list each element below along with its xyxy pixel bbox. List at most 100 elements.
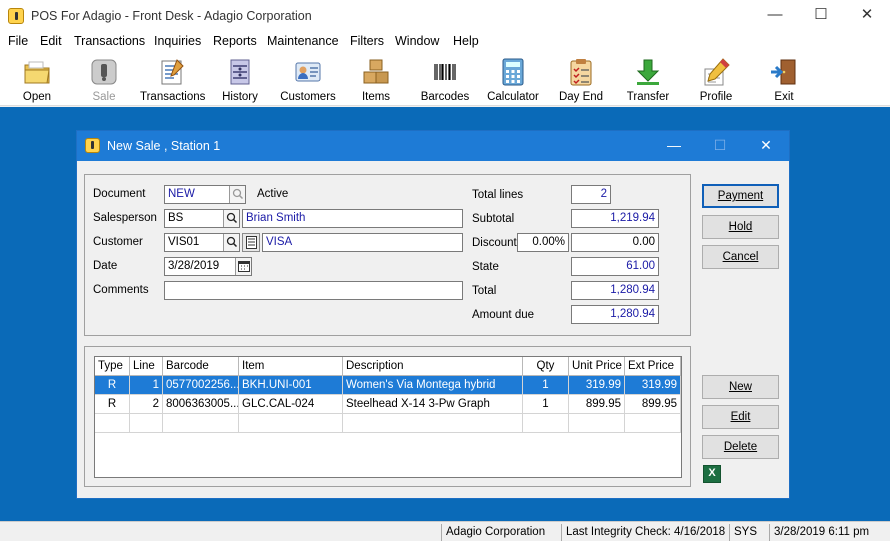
column-header-qty[interactable]: Qty [523,357,569,376]
transactions-icon [161,59,184,85]
status-company: Adagio Corporation [441,524,559,541]
amount-due-label: Amount due [472,309,535,321]
customers-button[interactable]: Customers [280,53,336,105]
calculator-button[interactable]: Calculator [486,53,540,105]
sale-button[interactable]: Sale [81,53,127,105]
customer-details-button[interactable] [242,233,260,252]
hold-button[interactable]: Hold [702,215,779,239]
column-header-ext-price[interactable]: Ext Price [625,357,681,376]
state-label: State [472,261,499,273]
items-icon [363,59,389,84]
customer-name-field[interactable]: VISA [262,233,463,252]
adagio-app-icon[interactable] [8,8,24,24]
salesperson-search-icon[interactable] [223,210,239,227]
delete-line-button[interactable]: Delete [702,435,779,459]
profile-button[interactable]: Profile [694,53,738,105]
day-end-icon [570,59,592,86]
state-tax-field: 61.00 [571,257,659,276]
column-header-unit-price[interactable]: Unit Price [569,357,625,376]
dialog-title: New Sale , Station 1 [107,139,221,153]
column-header-item[interactable]: Item [239,357,343,376]
close-button[interactable]: ✕ [844,0,890,31]
sale-lines-grid[interactable]: Type Line Barcode Item Description Qty U… [94,356,682,478]
calculator-icon [502,58,524,86]
comments-field[interactable] [164,281,463,300]
date-label: Date [93,260,118,272]
discount-label: Discount [472,237,517,249]
status-user: SYS [729,524,767,541]
document-field[interactable]: NEW [164,185,246,204]
payment-button[interactable]: Payment [702,184,779,208]
calendar-icon[interactable] [235,258,251,275]
title-bar: POS For Adagio - Front Desk - Adagio Cor… [0,0,890,31]
menu-window[interactable]: Window [395,34,439,48]
subtotal-field: 1,219.94 [571,209,659,228]
excel-export-icon[interactable] [703,465,721,483]
subtotal-label: Subtotal [472,213,515,225]
dialog-title-bar: New Sale , Station 1 — ☐ ✕ [77,131,789,161]
comments-label: Comments [93,284,149,296]
day-end-button[interactable]: Day End [556,53,606,105]
sale-icon [91,59,117,85]
customer-search-icon[interactable] [223,234,239,251]
dialog-app-icon[interactable] [85,138,100,153]
discount-amount-field[interactable]: 0.00 [571,233,659,252]
salesperson-name-field[interactable]: Brian Smith [242,209,463,228]
document-status: Active [257,188,289,200]
status-datetime: 3/28/2019 6:11 pm [769,524,887,541]
customer-card-icon [246,236,257,249]
folder-icon [24,61,50,84]
cancel-button[interactable]: Cancel [702,245,779,269]
total-label: Total [472,285,497,297]
barcodes-button[interactable]: Barcodes [418,53,472,105]
status-integrity-check: Last Integrity Check: 4/16/2018 [561,524,727,541]
dialog-minimize-button[interactable]: — [651,131,697,161]
status-bar: Adagio Corporation Last Integrity Check:… [0,521,890,541]
edit-line-button[interactable]: Edit [702,405,779,429]
transfer-button[interactable]: Transfer [624,53,672,105]
profile-icon [704,58,730,86]
column-header-line[interactable]: Line [130,357,163,376]
new-line-button[interactable]: New [702,375,779,399]
menu-filters[interactable]: Filters [350,34,384,48]
menu-maintenance[interactable]: Maintenance [267,34,339,48]
menu-help[interactable]: Help [453,34,479,48]
menu-inquiries[interactable]: Inquiries [154,34,201,48]
dialog-close-button[interactable]: ✕ [743,131,789,161]
menu-edit[interactable]: Edit [40,34,62,48]
column-header-description[interactable]: Description [343,357,523,376]
barcode-icon [433,62,457,82]
transfer-icon [636,59,660,85]
discount-percent-field[interactable]: 0.00% [517,233,569,252]
document-label: Document [93,188,146,200]
customer-label: Customer [93,236,143,248]
items-button[interactable]: Items [354,53,398,105]
transactions-button[interactable]: Transactions [140,53,205,105]
amount-due-field: 1,280.94 [571,305,659,324]
total-field: 1,280.94 [571,281,659,300]
exit-button[interactable]: Exit [764,53,804,105]
salesperson-label: Salesperson [93,212,157,224]
total-lines-label: Total lines [472,189,524,201]
total-lines-field: 2 [571,185,611,204]
customer-code-field[interactable]: VIS01 [164,233,240,252]
history-icon [230,59,250,85]
document-search-icon[interactable] [229,186,245,203]
salesperson-code-field[interactable]: BS [164,209,240,228]
maximize-button[interactable]: ☐ [798,0,844,31]
toolbar: Open Sale Transactions History Customers… [0,51,890,106]
menu-file[interactable]: File [8,34,28,48]
history-button[interactable]: History [218,53,262,105]
window-title: POS For Adagio - Front Desk - Adagio Cor… [31,9,312,23]
exit-icon [771,59,796,85]
dialog-maximize-button: ☐ [713,137,727,153]
date-field[interactable]: 3/28/2019 [164,257,252,276]
menu-bar: File Edit Transactions Inquiries Reports… [0,31,890,51]
column-header-type[interactable]: Type [95,357,130,376]
menu-transactions[interactable]: Transactions [74,34,145,48]
menu-reports[interactable]: Reports [213,34,257,48]
minimize-button[interactable]: — [752,0,798,31]
customers-icon [295,62,321,82]
open-button[interactable]: Open [14,53,60,105]
column-header-barcode[interactable]: Barcode [163,357,239,376]
